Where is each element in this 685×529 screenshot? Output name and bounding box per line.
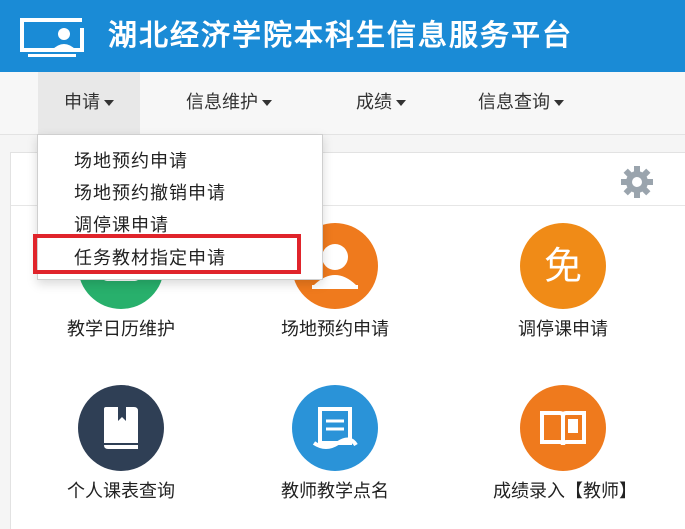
mian-glyph: 免 [543, 244, 582, 288]
mian-glyph-icon: 免 [520, 223, 606, 309]
tile-attendance[interactable]: 教师教学点名 [235, 385, 435, 505]
nav-info-maintain-label: 信息维护 [186, 92, 258, 113]
nav-grades[interactable]: 成绩 [330, 72, 432, 134]
open-book-icon [520, 385, 606, 471]
book-icon [78, 385, 164, 471]
chevron-down-icon [396, 100, 406, 106]
tile-label: 个人课表查询 [67, 481, 175, 502]
chevron-down-icon [262, 100, 272, 106]
tile-class-reschedule[interactable]: 免 调停课申请 [463, 223, 663, 343]
chevron-down-icon [104, 100, 114, 106]
nav-apply-label: 申请 [64, 92, 100, 113]
chevron-down-icon [554, 100, 564, 106]
tile-label: 教学日历维护 [67, 319, 175, 340]
tile-label: 教师教学点名 [281, 481, 389, 502]
tile-label: 调停课申请 [518, 319, 608, 340]
app-header: 湖北经济学院本科生信息服务平台 [0, 0, 685, 72]
nav-info-maintain[interactable]: 信息维护 [160, 72, 298, 134]
checklist-icon [292, 385, 378, 471]
nav-grades-label: 成绩 [356, 92, 392, 113]
nav-info-query-label: 信息查询 [478, 92, 550, 113]
highlight-box [33, 234, 301, 274]
tile-grade-entry[interactable]: 成绩录入【教师】 [463, 385, 663, 505]
tile-label: 场地预约申请 [281, 319, 389, 340]
app-title: 湖北经济学院本科生信息服务平台 [108, 18, 574, 52]
nav-apply[interactable]: 申请 [38, 72, 140, 134]
main-nav: 申请 信息维护 成绩 信息查询 [0, 72, 685, 135]
menu-item-venue-booking[interactable]: 场地预约申请 [74, 147, 188, 173]
monitor-user-logo-icon [20, 18, 84, 57]
tile-label: 成绩录入【教师】 [493, 481, 637, 502]
menu-item-venue-cancel[interactable]: 场地预约撤销申请 [74, 179, 226, 205]
tile-personal-timetable[interactable]: 个人课表查询 [21, 385, 221, 505]
gear-icon[interactable] [617, 165, 657, 199]
nav-info-query[interactable]: 信息查询 [452, 72, 590, 134]
